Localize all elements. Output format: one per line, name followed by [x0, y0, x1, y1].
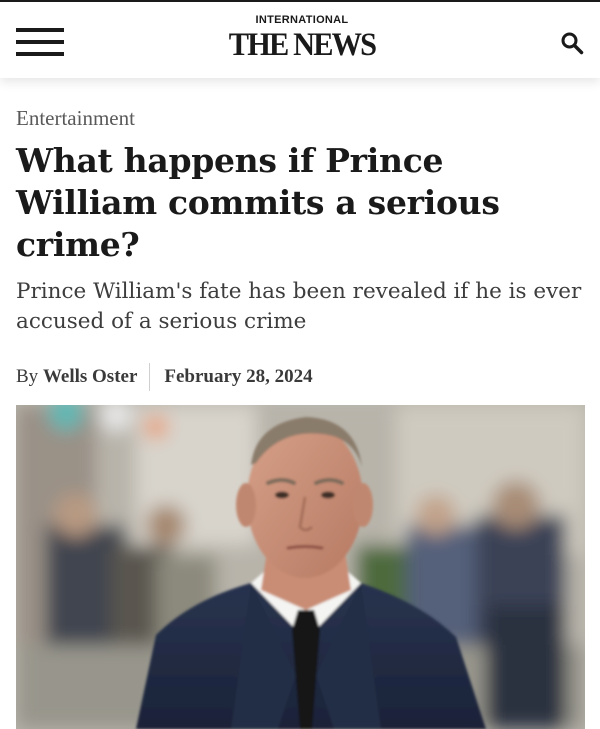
site-header: INTERNATIONAL THE NEWS	[0, 0, 600, 78]
byline-prefix: By	[16, 366, 39, 387]
hamburger-menu-icon[interactable]	[16, 28, 64, 56]
hero-image	[16, 405, 585, 729]
menu-line	[16, 52, 64, 56]
byline-divider	[149, 363, 151, 391]
article-subheadline: Prince William's fate has been revealed …	[16, 279, 582, 334]
logo-top-text: INTERNATIONAL	[255, 14, 349, 26]
logo-main-text: THE NEWS	[228, 27, 377, 63]
search-icon[interactable]	[560, 31, 584, 55]
article-category[interactable]: Entertainment	[16, 106, 135, 131]
site-logo[interactable]: INTERNATIONAL THE NEWS	[222, 14, 382, 70]
article-headline: What happens if Prince William commits a…	[16, 141, 500, 264]
author-link[interactable]: Wells Oster	[43, 366, 137, 388]
publish-date: February 28, 2024	[164, 366, 313, 387]
menu-line	[16, 28, 64, 32]
menu-line	[16, 40, 64, 44]
byline: By Wells Oster February 28, 2024	[16, 363, 313, 391]
